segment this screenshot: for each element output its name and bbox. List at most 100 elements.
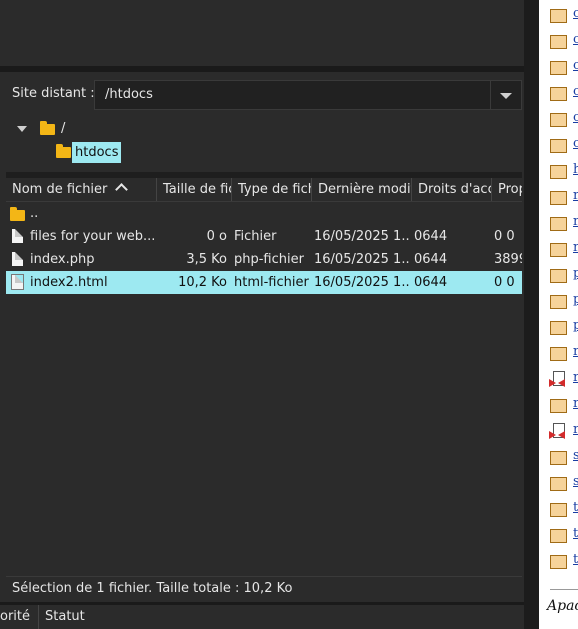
listing-entry[interactable]: c <box>539 82 578 108</box>
listing-link[interactable]: s <box>573 448 578 463</box>
folder-icon <box>550 347 567 361</box>
listing-link[interactable]: c <box>573 32 578 47</box>
listing-entry[interactable]: n <box>539 238 578 264</box>
remote-path-combobox[interactable]: /htdocs <box>94 80 522 110</box>
file-row-parent[interactable]: .. <box>6 202 522 225</box>
column-header-modified[interactable]: Dernière modifi <box>312 178 412 201</box>
listing-link[interactable]: c <box>573 84 578 99</box>
folder-icon <box>550 451 567 465</box>
column-header-permissions[interactable]: Droits d'accè <box>412 178 492 201</box>
listing-link[interactable]: r <box>573 422 578 437</box>
column-header-priority[interactable]: orité <box>0 609 30 624</box>
file-row-selected[interactable]: index2.html 10,2 Ko html-fichier 16/05/2… <box>6 271 522 294</box>
listing-link[interactable]: t <box>573 500 578 515</box>
listing-entry[interactable]: h <box>539 160 578 186</box>
listing-entry[interactable]: c <box>539 56 578 82</box>
folder-icon <box>550 217 567 231</box>
listing-link[interactable]: r <box>573 396 578 411</box>
file-row[interactable]: index.php 3,5 Ko php-fichier 16/05/2025 … <box>6 248 522 271</box>
file-list: .. files for your web... 0 o Fichier 16/… <box>6 202 522 294</box>
tree-node-htdocs[interactable]: htdocs <box>72 142 122 163</box>
column-header-label: Nom de fichier <box>12 182 108 197</box>
listing-link[interactable]: p <box>573 318 578 333</box>
listing-entry[interactable]: n <box>539 212 578 238</box>
listing-entry[interactable]: c <box>539 4 578 30</box>
listing-link[interactable]: p <box>573 292 578 307</box>
column-header-type[interactable]: Type de fich <box>232 178 312 201</box>
column-header-filename[interactable]: Nom de fichier <box>6 178 157 201</box>
listing-link[interactable]: n <box>573 240 578 255</box>
listing-entry[interactable]: s <box>539 446 578 472</box>
listing-link[interactable]: c <box>573 58 578 73</box>
listing-entry[interactable]: r <box>539 394 578 420</box>
folder-icon <box>550 113 567 127</box>
folder-icon <box>550 87 567 101</box>
folder-icon <box>550 295 567 309</box>
binary-marker-icon <box>549 379 565 387</box>
selection-summary: Sélection de 1 fichier. Taille totale : … <box>12 581 293 596</box>
file-row[interactable]: files for your web... 0 o Fichier 16/05/… <box>6 225 522 248</box>
remote-path-value[interactable]: /htdocs <box>105 87 153 102</box>
folder-icon <box>550 139 567 153</box>
file-permissions: 0644 <box>414 275 448 290</box>
listing-entry[interactable]: t <box>539 550 578 576</box>
server-signature: Apac <box>547 598 578 614</box>
file-icon <box>12 229 23 243</box>
column-header-status[interactable]: Statut <box>45 609 85 624</box>
browser-directory-listing: cccccchnnnppprrrrssttt Apac <box>539 0 578 629</box>
listing-link[interactable]: r <box>573 370 578 385</box>
listing-entry[interactable]: r <box>539 368 578 394</box>
remote-site-row: Site distant : /htdocs <box>6 76 522 110</box>
listing-entry[interactable]: r <box>539 420 578 446</box>
listing-entry[interactable]: t <box>539 498 578 524</box>
listing-link[interactable]: c <box>573 110 578 125</box>
listing-link[interactable]: n <box>573 214 578 229</box>
tree-node-root[interactable]: / <box>61 121 65 136</box>
file-type: Fichier <box>234 229 277 244</box>
listing-link[interactable]: t <box>573 526 578 541</box>
folder-icon <box>40 121 55 135</box>
folder-icon <box>550 243 567 257</box>
expand-arrow-icon[interactable] <box>17 126 27 132</box>
listing-entry[interactable]: p <box>539 264 578 290</box>
remote-status-bar: Sélection de 1 fichier. Taille totale : … <box>6 576 522 602</box>
listing-entry[interactable]: c <box>539 134 578 160</box>
file-icon <box>11 274 24 290</box>
listing-link[interactable]: p <box>573 266 578 281</box>
file-permissions: 0644 <box>414 252 448 267</box>
listing-entry[interactable]: t <box>539 524 578 550</box>
listing-entry[interactable]: c <box>539 30 578 56</box>
listing-link[interactable]: s <box>573 474 578 489</box>
local-pane-remainder <box>0 0 524 66</box>
folder-icon <box>550 61 567 75</box>
listing-link[interactable]: c <box>573 6 578 21</box>
listing-link[interactable]: r <box>573 344 578 359</box>
listing-link[interactable]: n <box>573 188 578 203</box>
listing-entry[interactable]: r <box>539 342 578 368</box>
listing-entry[interactable]: s <box>539 472 578 498</box>
listing-link[interactable]: t <box>573 552 578 567</box>
file-modified: 16/05/2025 1... <box>314 275 410 290</box>
folder-icon <box>550 503 567 517</box>
listing-entry[interactable]: p <box>539 290 578 316</box>
column-header-size[interactable]: Taille de fic <box>157 178 232 201</box>
listing-entry[interactable]: n <box>539 186 578 212</box>
file-type: html-fichier <box>234 275 309 290</box>
folder-icon <box>550 9 567 23</box>
column-header-owner[interactable]: Prop <box>492 178 522 201</box>
file-modified: 16/05/2025 1... <box>314 229 410 244</box>
listing-link[interactable]: h <box>573 162 578 177</box>
folder-icon <box>56 144 71 158</box>
file-owner: 3899 <box>494 252 522 267</box>
file-size: 0 o <box>206 229 227 244</box>
transfer-queue-header: orité Statut <box>0 605 524 629</box>
listing-entry[interactable]: c <box>539 108 578 134</box>
file-name: files for your web... <box>30 229 155 244</box>
file-name: index.php <box>30 252 95 267</box>
listing-link[interactable]: c <box>573 136 578 151</box>
file-name: index2.html <box>30 275 108 290</box>
file-permissions: 0644 <box>414 229 448 244</box>
listing-entry[interactable]: p <box>539 316 578 342</box>
chevron-down-icon <box>500 93 512 99</box>
remote-path-dropdown-button[interactable] <box>490 81 521 109</box>
